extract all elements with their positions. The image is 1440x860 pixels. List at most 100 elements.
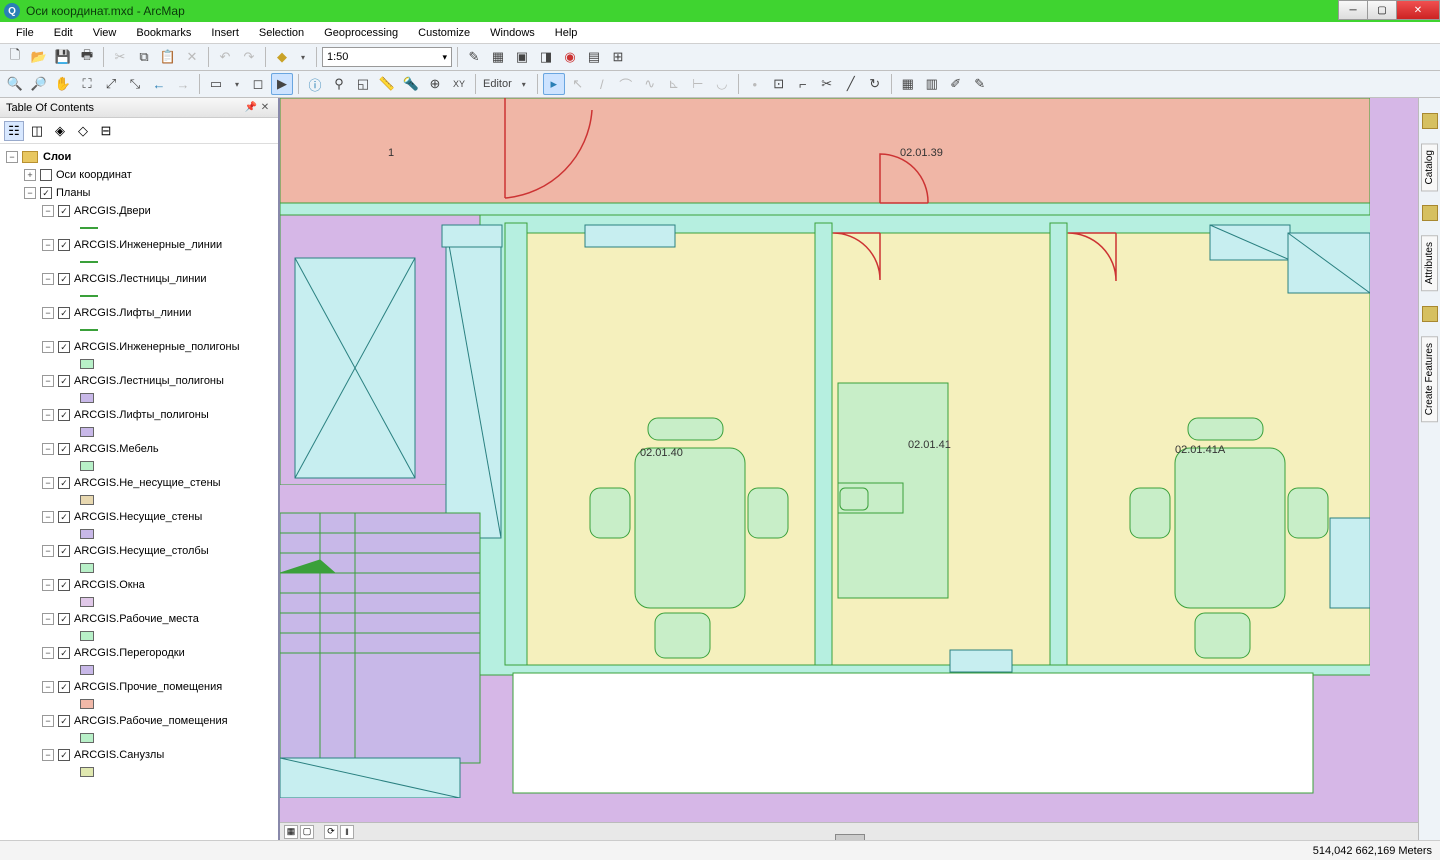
split-tool-icon[interactable]: ╱ [840,73,862,95]
toc-options-icon[interactable]: ⊟ [96,121,116,141]
catalog-tab[interactable]: Catalog [1421,143,1438,191]
collapse-icon[interactable]: − [42,477,54,489]
redo-icon[interactable]: ↷ [238,46,260,68]
zoom-out-icon[interactable]: 🔎 [28,73,50,95]
menu-help[interactable]: Help [545,24,588,42]
layer-name[interactable]: ARCGIS.Лифты_полигоны [74,409,209,421]
add-data-dropdown[interactable]: ▾ [295,53,311,62]
midpoint-icon[interactable]: ⊢ [687,73,709,95]
catalog-window-icon[interactable]: ▣ [511,46,533,68]
editor-menu-label[interactable]: Editor [481,78,514,90]
collapse-icon[interactable]: − [42,443,54,455]
layer-checkbox[interactable]: ✓ [58,443,70,455]
layer-name[interactable]: ARCGIS.Лестницы_полигоны [74,375,224,387]
save-icon[interactable]: 💾 [52,46,74,68]
reshape-icon[interactable]: ⌐ [792,73,814,95]
list-by-visibility-icon[interactable]: ◈ [50,121,70,141]
full-extent-icon[interactable]: ⛶ [76,73,98,95]
new-doc-icon[interactable]: 🗋 [4,46,26,68]
straight-segment-icon[interactable]: / [591,73,613,95]
delete-icon[interactable]: ✕ [181,46,203,68]
trace-icon[interactable]: ∿ [639,73,661,95]
layer-checkbox[interactable]: ✓ [58,341,70,353]
layer-name[interactable]: ARCGIS.Лифты_линии [74,307,191,319]
close-button[interactable]: ✕ [1396,0,1440,20]
collapse-icon[interactable]: − [42,375,54,387]
layer-checkbox[interactable]: ✓ [40,187,52,199]
collapse-icon[interactable]: − [42,749,54,761]
layer-checkbox[interactable]: ✓ [58,647,70,659]
back-icon[interactable]: ← [148,73,170,95]
layer-checkbox[interactable]: ✓ [58,239,70,251]
menu-bookmarks[interactable]: Bookmarks [126,24,201,42]
cut-icon[interactable]: ✂ [109,46,131,68]
select-features-icon[interactable]: ▭ [205,73,227,95]
measure-icon[interactable]: 📏 [376,73,398,95]
editor-toolbar-icon[interactable]: ✎ [463,46,485,68]
layer-checkbox[interactable]: ✓ [58,613,70,625]
collapse-icon[interactable]: − [42,273,54,285]
layer-checkbox[interactable]: ✓ [58,409,70,421]
list-by-selection-icon[interactable]: ◇ [73,121,93,141]
chevron-down-icon[interactable]: ▾ [442,52,447,63]
toc-close-icon[interactable]: ✕ [258,102,272,113]
collapse-icon[interactable]: − [42,613,54,625]
python-window-icon[interactable]: ▤ [583,46,605,68]
collapse-icon[interactable]: − [42,341,54,353]
layer-name[interactable]: ARCGIS.Перегородки [74,647,185,659]
table-window-icon[interactable]: ▦ [487,46,509,68]
layer-name[interactable]: ARCGIS.Несущие_стены [74,511,202,523]
collapse-icon[interactable]: − [42,205,54,217]
search-window-icon[interactable]: ◨ [535,46,557,68]
layer-name[interactable]: ARCGIS.Санузлы [74,749,164,761]
edit-tool-icon[interactable]: ▸ [543,73,565,95]
attributes-tab[interactable]: Attributes [1421,235,1438,291]
layer-checkbox[interactable]: ✓ [58,375,70,387]
layer-name[interactable]: ARCGIS.Окна [74,579,145,591]
menu-edit[interactable]: Edit [44,24,83,42]
pan-icon[interactable]: ✋ [52,73,74,95]
menu-insert[interactable]: Insert [201,24,249,42]
fixed-zoom-in-icon[interactable]: ⤢ [100,73,122,95]
layer-checkbox[interactable]: ✓ [58,749,70,761]
layer-checkbox[interactable]: ✓ [58,273,70,285]
collapse-icon[interactable]: − [42,681,54,693]
layout-view-icon[interactable]: ▢ [300,825,314,839]
model-builder-icon[interactable]: ⊞ [607,46,629,68]
layer-checkbox[interactable]: ✓ [58,477,70,489]
arc-segment-icon[interactable]: ⌒ [615,73,637,95]
collapse-icon[interactable]: − [42,409,54,421]
collapse-icon[interactable]: − [42,511,54,523]
layer-name[interactable]: ARCGIS.Двери [74,205,151,217]
html-popup-icon[interactable]: ◱ [352,73,374,95]
toc-pin-icon[interactable]: 📌 [244,102,258,113]
undo-icon[interactable]: ↶ [214,46,236,68]
add-data-icon[interactable]: ◆ [271,46,293,68]
toc-tree[interactable]: − Слои + Оси координат − ✓ Планы −✓ARCGI… [0,144,278,840]
layer-name[interactable]: ARCGIS.Инженерные_линии [74,239,222,251]
clear-selection-icon[interactable]: ◻ [247,73,269,95]
collapse-icon[interactable]: − [42,715,54,727]
rotate-icon[interactable]: ↻ [864,73,886,95]
goto-xy-icon[interactable]: XY [448,73,470,95]
list-by-source-icon[interactable]: ◫ [27,121,47,141]
scrollbar-thumb[interactable] [835,834,865,841]
create-features-tab[interactable]: Create Features [1421,336,1438,422]
arc-toolbox-icon[interactable]: ◉ [559,46,581,68]
edit-vertices-icon[interactable]: ⊡ [768,73,790,95]
layer-checkbox[interactable]: ✓ [58,205,70,217]
list-by-drawing-order-icon[interactable]: ☷ [4,121,24,141]
layer-checkbox[interactable]: ✓ [58,579,70,591]
menu-view[interactable]: View [83,24,127,42]
menu-windows[interactable]: Windows [480,24,545,42]
fixed-zoom-out-icon[interactable]: ⤡ [124,73,146,95]
pause-drawing-icon[interactable]: ‖ [340,825,354,839]
edit-annotation-icon[interactable]: ↖ [567,73,589,95]
attributes-window-icon[interactable]: ▦ [897,73,919,95]
collapse-icon[interactable]: − [42,545,54,557]
layer-name[interactable]: ARCGIS.Прочие_помещения [74,681,222,693]
catalog-icon[interactable] [1422,113,1438,129]
layer-name[interactable]: Оси координат [56,169,132,181]
collapse-icon[interactable]: − [42,579,54,591]
attributes-icon[interactable] [1422,205,1438,221]
